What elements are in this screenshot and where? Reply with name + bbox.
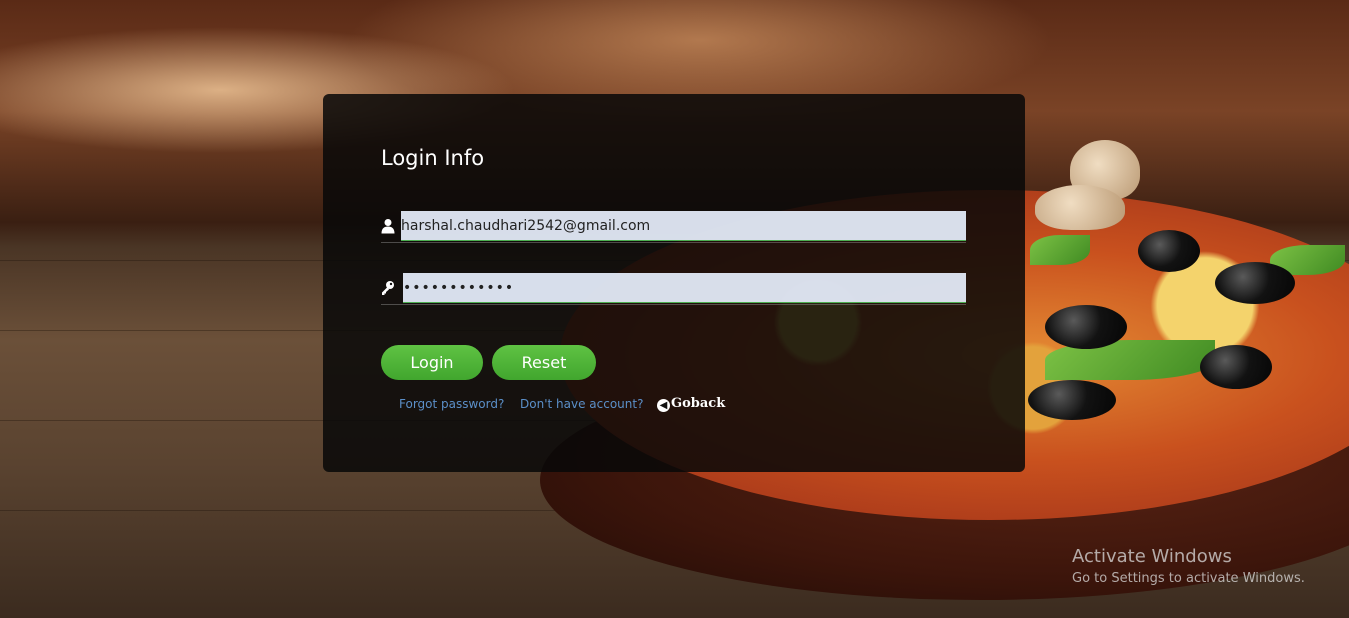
email-field-row xyxy=(381,210,966,243)
user-icon xyxy=(381,219,395,234)
reset-button[interactable]: Reset xyxy=(492,345,596,380)
watermark-title: Activate Windows xyxy=(1072,546,1232,567)
key-icon xyxy=(382,281,394,295)
goback-label: Goback xyxy=(671,396,726,411)
password-input[interactable] xyxy=(403,273,966,303)
email-input[interactable] xyxy=(401,211,966,241)
watermark-subtitle: Go to Settings to activate Windows. xyxy=(1072,571,1305,586)
windows-activation-watermark: Activate Windows Go to Settings to activ… xyxy=(1072,546,1305,586)
password-field-row xyxy=(381,272,966,305)
login-title: Login Info xyxy=(381,146,485,170)
arrow-left-circle-icon: ◀ xyxy=(657,399,670,412)
login-card: Login Info Login Reset Forgot password? … xyxy=(323,94,1025,472)
forgot-password-link[interactable]: Forgot password? xyxy=(399,397,504,411)
signup-link[interactable]: Don't have account? xyxy=(520,397,643,411)
login-button[interactable]: Login xyxy=(381,345,483,380)
goback-link[interactable]: ◀ Goback xyxy=(657,396,725,412)
